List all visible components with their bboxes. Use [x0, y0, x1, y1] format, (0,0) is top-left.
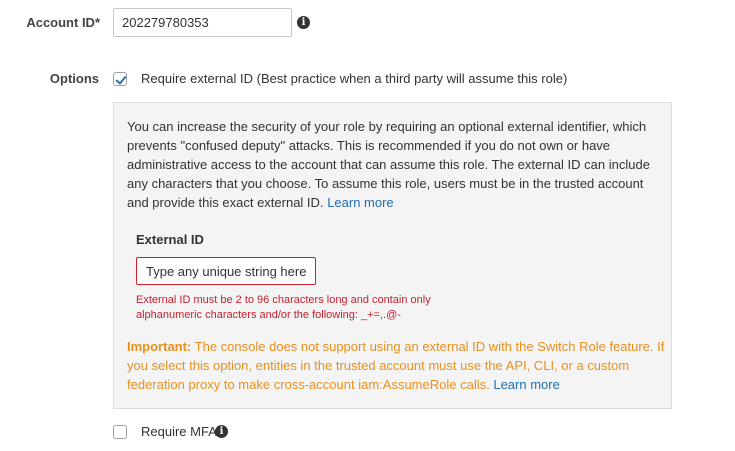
account-options-form: Account ID* i Options Require external I… — [0, 0, 735, 451]
external-id-error: External ID must be 2 to 96 characters l… — [136, 294, 431, 321]
mfa-info-icon[interactable]: i — [215, 425, 228, 438]
account-id-label: Account ID* — [26, 15, 100, 30]
important-learn-more-link[interactable]: Learn more — [493, 377, 559, 392]
important-text: The console does not support using an ex… — [127, 339, 665, 392]
options-label: Options — [49, 71, 99, 86]
external-id-description: You can increase the security of your ro… — [127, 117, 667, 212]
external-id-input[interactable] — [136, 257, 316, 285]
important-prefix: Important: — [127, 339, 192, 354]
require-external-id-checkbox[interactable] — [113, 72, 127, 86]
require-mfa-label[interactable]: Require MFA — [141, 424, 217, 439]
important-note: Important: The console does not support … — [127, 337, 667, 394]
external-id-title: External ID — [136, 232, 204, 247]
require-external-id-label[interactable]: Require external ID (Best practice when … — [141, 71, 567, 86]
info-icon[interactable]: i — [297, 16, 310, 29]
external-id-panel: You can increase the security of your ro… — [113, 102, 672, 409]
require-mfa-checkbox[interactable] — [113, 425, 127, 439]
learn-more-link[interactable]: Learn more — [327, 195, 393, 210]
account-id-input[interactable] — [113, 8, 292, 37]
